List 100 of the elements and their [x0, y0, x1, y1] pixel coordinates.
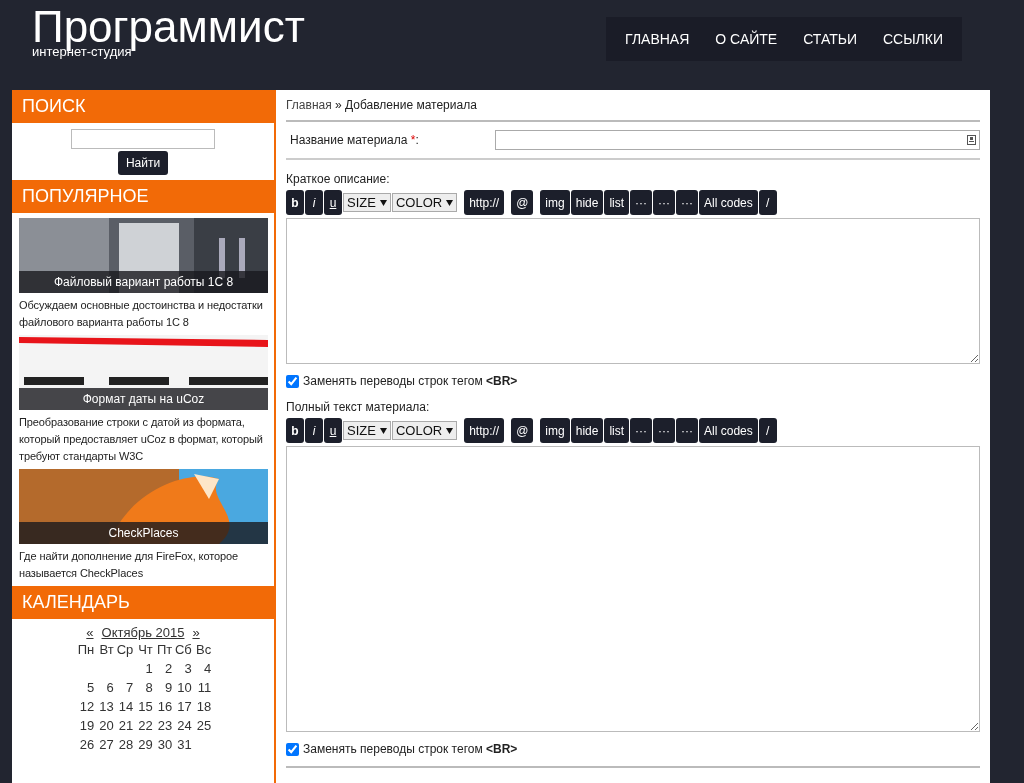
calendar-day[interactable]: 30: [152, 737, 173, 752]
calendar-day[interactable]: 23: [152, 718, 173, 733]
format-button[interactable]: ···: [653, 418, 676, 443]
weekday-label: Сб: [173, 642, 192, 657]
format-button[interactable]: u: [324, 190, 342, 215]
calendar-day[interactable]: 15: [133, 699, 153, 714]
format-button[interactable]: All codes: [699, 418, 758, 443]
format-button[interactable]: @: [511, 418, 534, 443]
calendar-day[interactable]: 14: [113, 699, 134, 714]
calendar-day[interactable]: 26: [74, 737, 95, 752]
format-button[interactable]: http://: [464, 418, 505, 443]
nav-link[interactable]: ГЛАВНАЯ: [612, 31, 703, 47]
section-header: КАЛЕНДАРЬ: [12, 586, 274, 619]
weekday-label: Вт: [98, 642, 114, 657]
section-header: ПОИСК: [12, 90, 274, 123]
format-dropdown[interactable]: SIZE: [343, 193, 391, 212]
dropdown-arrow-icon: [446, 427, 454, 434]
calendar-day[interactable]: 7: [113, 680, 134, 695]
calendar-day[interactable]: 27: [94, 737, 114, 752]
calendar-day[interactable]: 29: [133, 737, 153, 752]
format-button[interactable]: ···: [676, 418, 699, 443]
weekday-label: Чт: [137, 642, 153, 657]
format-button[interactable]: u: [324, 418, 342, 443]
calendar-day[interactable]: 4: [191, 661, 212, 676]
calendar-day[interactable]: 16: [152, 699, 173, 714]
calendar-day[interactable]: 21: [113, 718, 134, 733]
search-field[interactable]: [71, 129, 215, 149]
editor-label: Краткое описание:: [286, 172, 391, 186]
format-button[interactable]: list: [604, 418, 630, 443]
format-button[interactable]: @: [511, 190, 534, 215]
next-month-link[interactable]: »: [192, 625, 200, 640]
calendar-day[interactable]: 6: [94, 680, 114, 695]
editor-label: Полный текст материала:: [286, 400, 431, 414]
calendar-day[interactable]: 24: [172, 718, 192, 733]
breadcrumb-separator: »: [334, 98, 343, 112]
calendar-day[interactable]: 31: [172, 737, 192, 752]
dropdown-arrow-icon: [379, 427, 387, 434]
section-header: ПОПУЛЯРНОЕ: [12, 180, 274, 213]
calendar-day[interactable]: 17: [172, 699, 192, 714]
weekday-label: Пн: [76, 642, 95, 657]
format-button[interactable]: hide: [570, 190, 604, 215]
format-button[interactable]: i: [305, 418, 323, 443]
format-button[interactable]: ···: [630, 418, 653, 443]
calendar-day[interactable]: 1: [133, 661, 153, 676]
label-colon: :: [415, 133, 419, 147]
format-dropdown[interactable]: COLOR: [391, 421, 458, 440]
format-button[interactable]: hide: [570, 418, 604, 443]
format-button[interactable]: b: [286, 418, 304, 443]
calendar-day[interactable]: 28: [113, 737, 134, 752]
format-button[interactable]: list: [604, 190, 630, 215]
breadcrumb-link[interactable]: Главная: [286, 98, 332, 112]
search-button[interactable]: Найти: [117, 151, 169, 175]
breadcrumb-current: Добавление материала: [345, 98, 477, 112]
checkbox[interactable]: [286, 742, 299, 756]
calendar-day[interactable]: 8: [133, 680, 153, 695]
nav-link[interactable]: СТАТЬИ: [790, 31, 870, 47]
format-button[interactable]: b: [286, 190, 304, 215]
field-label: Название материала: [290, 133, 409, 147]
calendar-day[interactable]: 20: [94, 718, 114, 733]
dropdown-arrow-icon: [446, 199, 454, 206]
format-button[interactable]: http://: [464, 190, 505, 215]
format-button[interactable]: ···: [676, 190, 699, 215]
calendar-day[interactable]: 25: [191, 718, 212, 733]
calendar-day[interactable]: 13: [94, 699, 114, 714]
format-button[interactable]: img: [540, 190, 570, 215]
article-description: Преобразование строки с датой из формата, который предоставляет uCoz в формат, который требуют стандарты W3C: [19, 415, 264, 464]
title-field[interactable]: [495, 130, 980, 150]
format-button[interactable]: img: [540, 418, 570, 443]
nav-link[interactable]: ССЫЛКИ: [869, 31, 956, 47]
month-link[interactable]: Октябрь 2015: [101, 625, 185, 640]
calendar-day[interactable]: 9: [152, 680, 173, 695]
calendar-day[interactable]: 3: [172, 661, 192, 676]
format-dropdown[interactable]: COLOR: [391, 193, 458, 212]
format-button[interactable]: ···: [630, 190, 653, 215]
format-button[interactable]: i: [305, 190, 323, 215]
picture-caption[interactable]: Формат даты на uCoz: [19, 388, 268, 410]
format-button[interactable]: ···: [653, 190, 676, 215]
calendar-day[interactable]: 11: [191, 680, 212, 695]
calendar-day[interactable]: 18: [191, 699, 212, 714]
dropdown-arrow-icon: [379, 199, 387, 206]
checkbox[interactable]: [286, 374, 299, 388]
weekday-label: Ср: [115, 642, 134, 657]
calendar-day[interactable]: 5: [74, 680, 95, 695]
calendar-day[interactable]: 19: [74, 718, 95, 733]
format-button[interactable]: All codes: [699, 190, 758, 215]
format-button[interactable]: /: [758, 418, 777, 443]
picture-caption[interactable]: CheckPlaces: [19, 522, 268, 544]
calendar-day[interactable]: 10: [172, 680, 192, 695]
nav-link[interactable]: О САЙТЕ: [702, 31, 791, 47]
article-description: Где найти дополнение для FireFox, которое называется CheckPlaces: [19, 549, 240, 581]
checkbox-label: Заменять переводы строк тегом <BR>: [303, 374, 518, 388]
calendar-day[interactable]: 22: [133, 718, 153, 733]
article-description: Обсуждаем основные достоинства и недостатки файлового варианта работы 1С 8: [19, 298, 264, 330]
prev-month-link[interactable]: «: [86, 625, 94, 640]
format-dropdown[interactable]: SIZE: [343, 421, 391, 440]
calendar-day[interactable]: 2: [152, 661, 173, 676]
checkbox-label: Заменять переводы строк тегом <BR>: [303, 742, 518, 756]
picture-caption[interactable]: Файловый вариант работы 1С 8: [19, 271, 268, 293]
format-button[interactable]: /: [758, 190, 777, 215]
calendar-day[interactable]: 12: [74, 699, 95, 714]
